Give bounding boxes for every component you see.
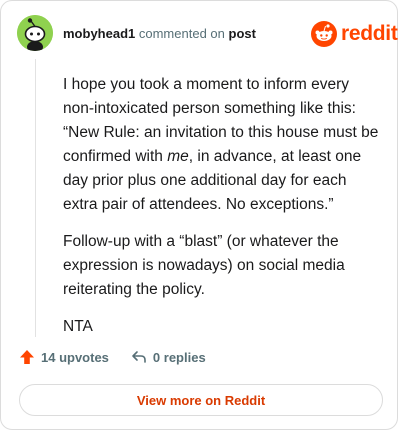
replies-label: 0 replies	[152, 349, 206, 365]
action-text: commented on	[138, 26, 225, 41]
upvotes-label: 14 upvotes	[41, 349, 109, 365]
snoo-avatar-icon[interactable]	[17, 15, 53, 51]
reddit-wordmark: reddit	[341, 22, 398, 45]
comment-paragraph-3: NTA	[63, 318, 93, 335]
reddit-brand[interactable]: reddit	[311, 21, 398, 47]
reddit-comment-embed: mobyhead1 commented on post reddit I hop…	[0, 0, 398, 430]
comment-body: I hope you took a moment to inform every…	[63, 73, 383, 352]
username-link[interactable]: mobyhead1	[63, 26, 135, 41]
upvote-arrow-icon	[20, 350, 34, 364]
comment-footer: 14 upvotes 0 replies	[19, 349, 228, 365]
upvote-count[interactable]: 14 upvotes	[19, 349, 109, 365]
emphasis-text: me	[167, 148, 189, 165]
reddit-snoo-logo-icon	[311, 21, 337, 47]
thread-line	[35, 59, 36, 337]
reply-arrow-icon	[132, 351, 146, 363]
comment-paragraph-1: I hope you took a moment to inform every…	[63, 73, 383, 217]
post-link[interactable]: post	[229, 26, 256, 41]
reply-count[interactable]: 0 replies	[131, 349, 206, 365]
view-more-button[interactable]: View more on Reddit	[19, 384, 383, 416]
comment-meta: mobyhead1 commented on post	[63, 26, 256, 42]
comment-paragraph-2: Follow-up with a “blast” (or whatever th…	[63, 233, 345, 298]
